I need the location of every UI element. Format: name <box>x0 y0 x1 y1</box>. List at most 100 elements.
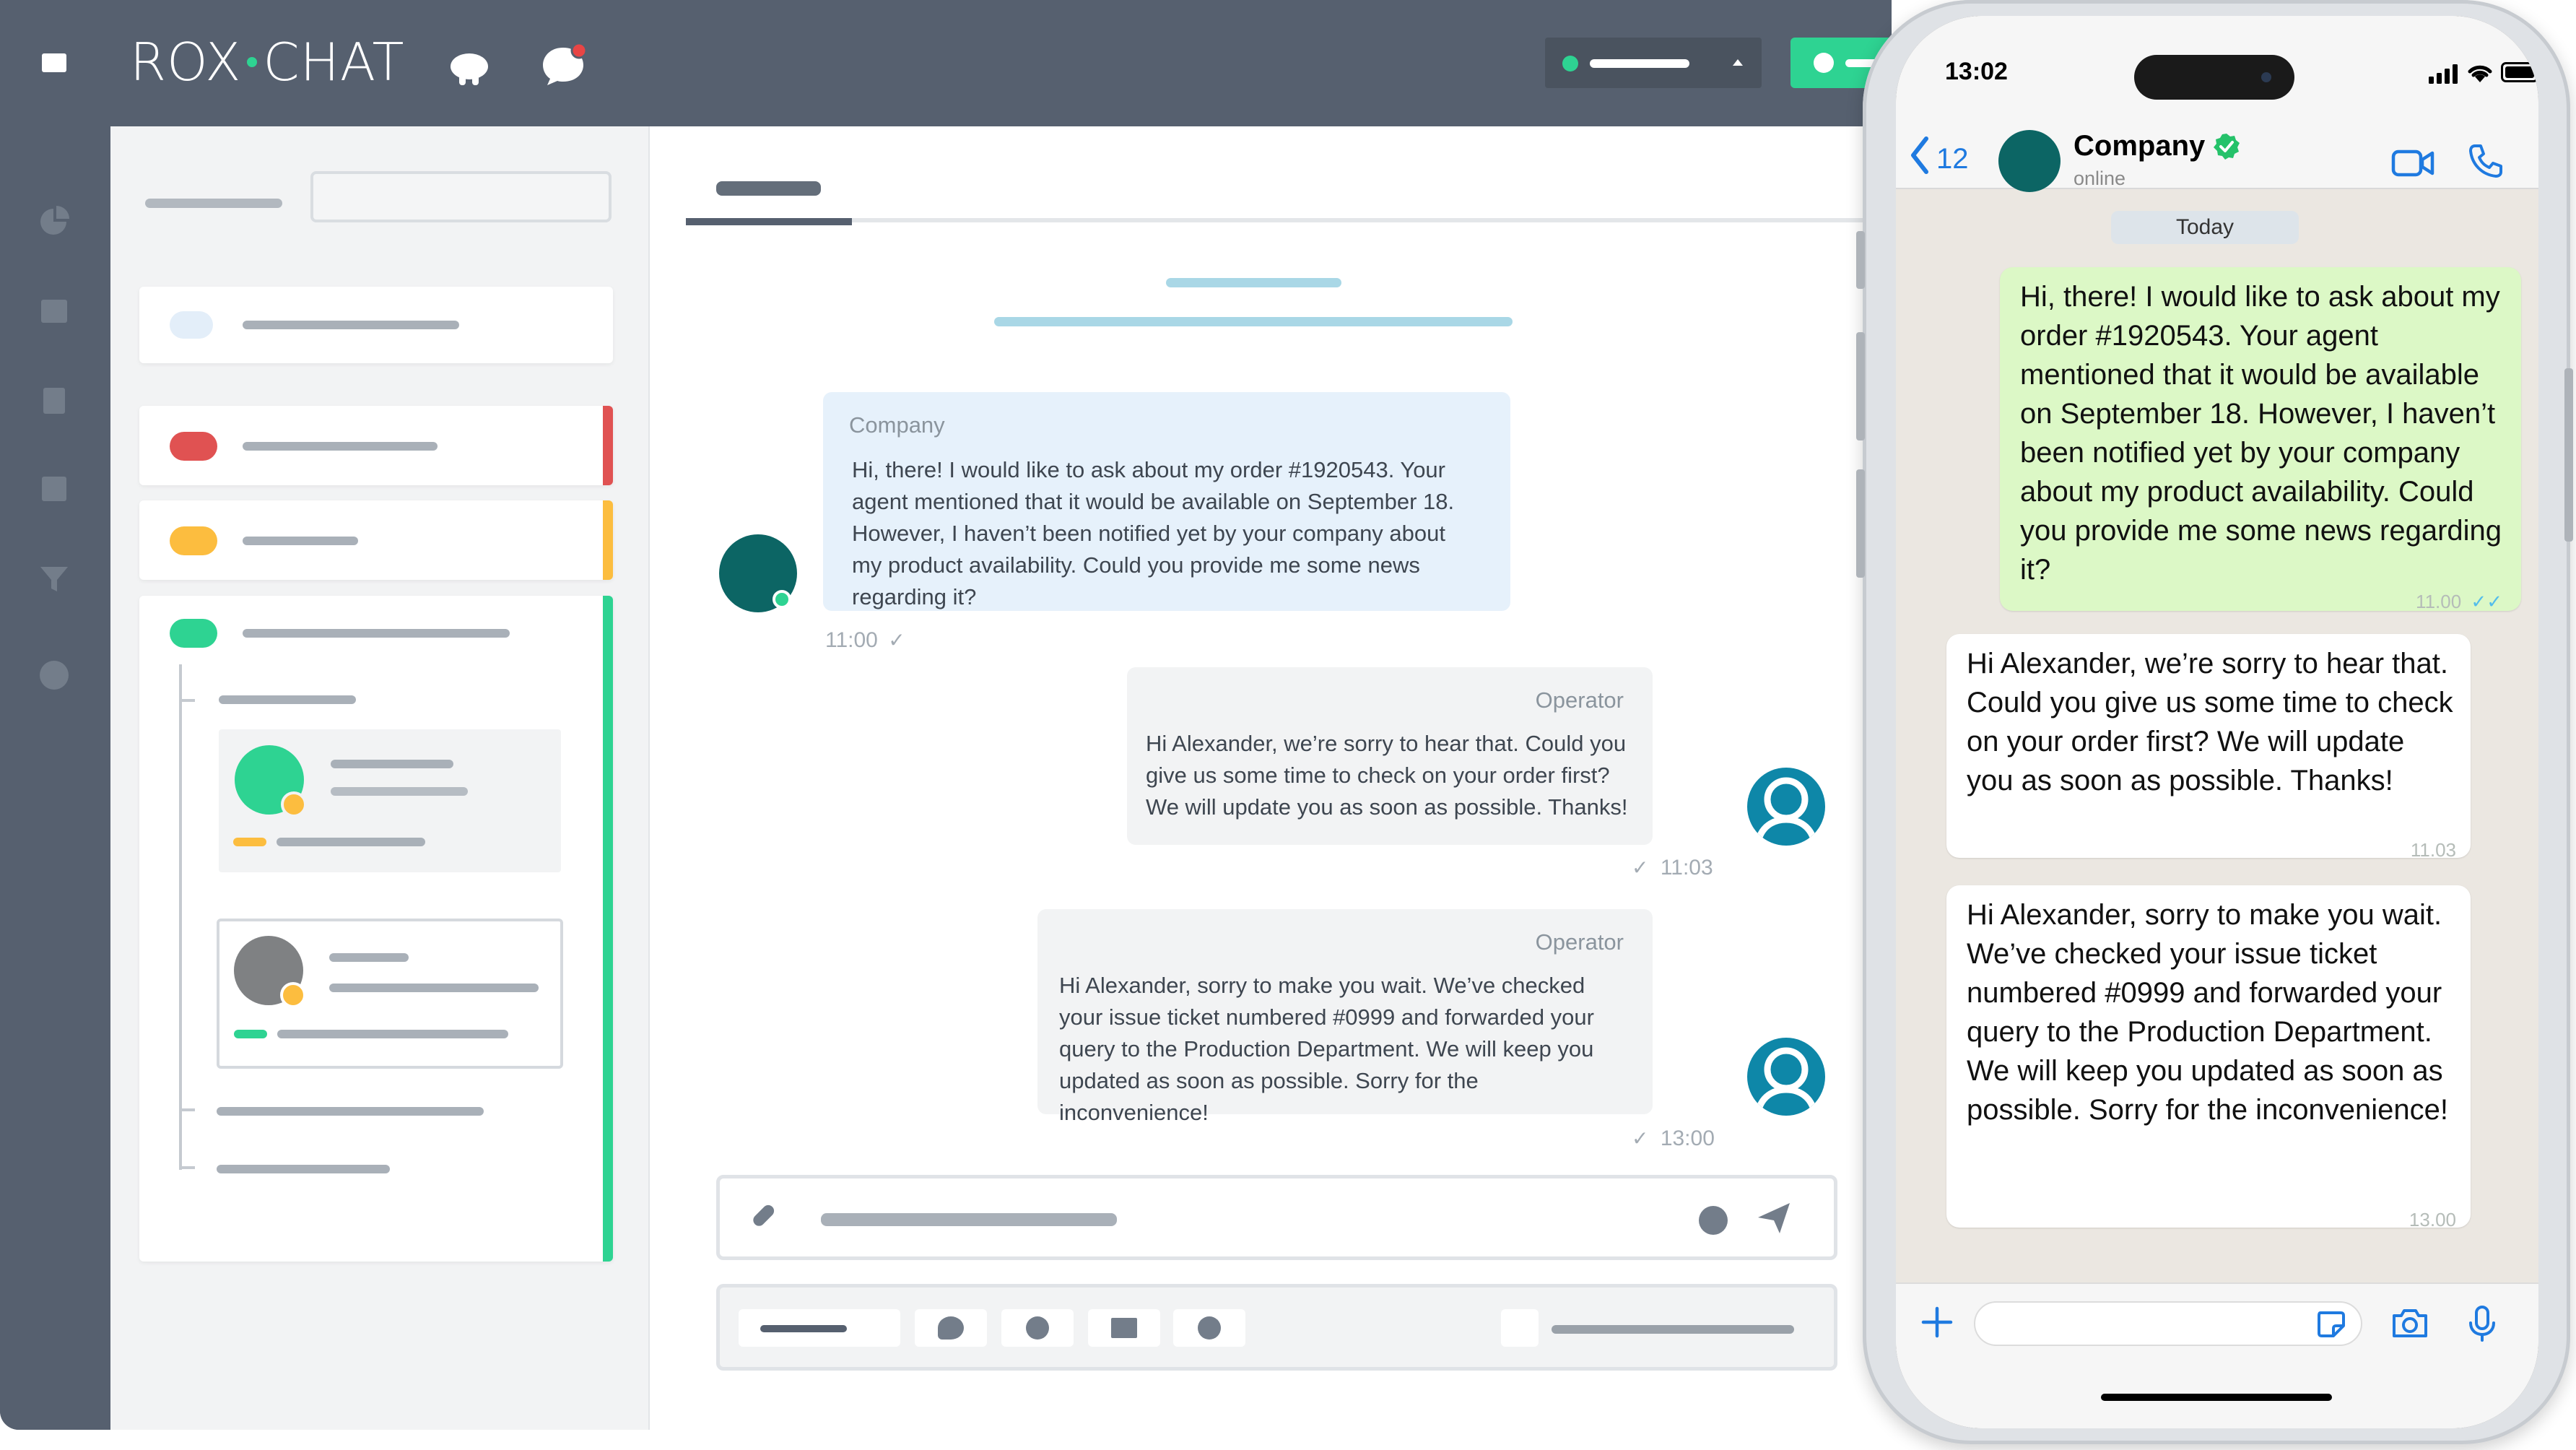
priority-dash-yellow <box>233 838 266 846</box>
chat-notification-icon[interactable] <box>540 40 591 88</box>
operator-avatar <box>1747 1038 1825 1116</box>
inbox-icon[interactable] <box>41 300 67 323</box>
status-pill-green <box>170 619 217 648</box>
customer-message-bubble: Company Hi, there! I would like to ask a… <box>823 392 1510 611</box>
message-time: 13.00 <box>2409 1209 2456 1230</box>
list-icon[interactable] <box>42 477 66 501</box>
menu-icon[interactable] <box>42 53 66 72</box>
toolbar-option-placeholder <box>1552 1325 1794 1334</box>
contact-name-row[interactable]: Company <box>2074 130 2241 162</box>
contact-status: online <box>2074 168 2126 189</box>
status-clock: 13:02 <box>1945 58 2008 85</box>
conversation-item-yellow[interactable] <box>139 500 613 580</box>
incoming-message-bubble: Hi Alexander, sorry to make you wait. We… <box>1946 885 2471 1230</box>
status-dot-icon <box>1562 56 1578 71</box>
phone-side-button <box>1856 332 1865 440</box>
microphone-icon[interactable] <box>2468 1304 2497 1343</box>
priority-dash-green <box>234 1030 267 1038</box>
back-count[interactable]: 12 <box>1936 143 1969 175</box>
phone-call-icon[interactable] <box>2468 143 2504 179</box>
video-call-icon[interactable] <box>2391 149 2434 178</box>
contact-avatar[interactable] <box>1998 130 2061 192</box>
pie-chart-icon[interactable] <box>39 206 69 236</box>
battery-icon <box>2501 62 2538 82</box>
outgoing-message-bubble: Hi, there! I would like to ask about my … <box>2000 267 2521 612</box>
template-selector[interactable] <box>739 1309 900 1347</box>
message-input-placeholder[interactable] <box>821 1213 1117 1226</box>
toolbar-button-chat[interactable] <box>915 1309 987 1347</box>
conversation-item-blue[interactable] <box>139 287 613 363</box>
message-composer[interactable] <box>716 1175 1837 1260</box>
toolbar-button-more[interactable] <box>1173 1309 1245 1347</box>
list-search-input[interactable] <box>310 171 612 222</box>
message-time: 11:00 ✓ <box>825 628 905 653</box>
contact-name: Company <box>2074 130 2206 162</box>
away-status-dot <box>280 982 306 1008</box>
wa-message-input[interactable] <box>1974 1301 2362 1346</box>
message-text: Hi Alexander, sorry to make you wait. We… <box>1967 899 2449 1126</box>
message-text: Hi Alexander, we’re sorry to hear that. … <box>1967 648 2453 796</box>
wifi-icon <box>2468 65 2492 82</box>
operator-silhouette-icon <box>1754 777 1819 846</box>
phone-side-button <box>2564 368 2573 542</box>
home-indicator <box>2101 1394 2332 1401</box>
phone-side-button <box>1856 469 1865 578</box>
conversation-item-red[interactable] <box>139 406 613 485</box>
sub-item-placeholder <box>217 1165 390 1173</box>
message-text: Hi, there! I would like to ask about my … <box>2020 281 2502 586</box>
caret-up-icon <box>1733 59 1743 66</box>
chat-bubble-icon <box>938 1316 964 1340</box>
logo-text-chat: CHAT <box>263 32 405 92</box>
status-pill-red <box>170 432 217 461</box>
date-chip: Today <box>2111 211 2299 244</box>
message-time: 11.00 ✓✓ <box>2416 582 2502 621</box>
send-icon[interactable] <box>1755 1200 1793 1236</box>
chat-toolbar <box>716 1284 1837 1371</box>
emoji-icon[interactable] <box>1699 1206 1728 1235</box>
operator-message-bubble: Operator Hi Alexander, we’re sorry to he… <box>1127 667 1653 845</box>
message-time: ✓ 13:00 <box>1632 1126 1715 1151</box>
filter-icon[interactable] <box>39 565 69 594</box>
help-icon[interactable] <box>40 661 69 690</box>
phone-mockup: 13:02 12 Company online Today Hi, there!… <box>1856 0 2573 1444</box>
message-text: Hi, there! I would like to ask about my … <box>852 457 1455 609</box>
logo-dot <box>247 57 258 67</box>
tab-active-indicator[interactable] <box>686 218 852 225</box>
phone-screen: 13:02 12 Company online Today Hi, there!… <box>1896 16 2538 1428</box>
chat-card-active[interactable] <box>219 729 561 872</box>
status-selector[interactable] <box>1545 38 1762 88</box>
double-check-icon: ✓✓ <box>2471 591 2502 612</box>
message-sender: Operator <box>1535 929 1624 955</box>
single-check-icon: ✓ <box>888 629 905 651</box>
back-chevron-icon[interactable] <box>1909 136 1929 175</box>
card-name-placeholder <box>331 760 453 768</box>
toolbar-button-record[interactable] <box>1001 1309 1074 1347</box>
battery-fill <box>2505 66 2534 78</box>
verified-badge-icon <box>2214 133 2240 160</box>
conversation-title-placeholder <box>243 537 358 545</box>
plus-icon[interactable] <box>1920 1306 1954 1339</box>
tab-label-placeholder <box>716 181 821 196</box>
dynamic-island <box>2134 55 2294 100</box>
operator-avatar <box>1747 768 1825 846</box>
toolbar-checkbox[interactable] <box>1501 1309 1539 1347</box>
logo-text-rox: ROX <box>130 32 242 92</box>
message-sender: Operator <box>1535 687 1624 713</box>
document-icon[interactable] <box>43 388 65 414</box>
dot-icon <box>1198 1316 1221 1340</box>
group-title-placeholder <box>243 629 510 638</box>
toolbar-button-image[interactable] <box>1088 1309 1160 1347</box>
chat-panel: Company Hi, there! I would like to ask a… <box>650 126 1892 1430</box>
attach-icon[interactable] <box>747 1200 779 1232</box>
cloud-icon[interactable] <box>448 48 491 88</box>
phone-side-button <box>1856 231 1865 289</box>
status-pill-yellow <box>170 526 217 555</box>
sticker-icon[interactable] <box>2316 1310 2346 1339</box>
record-icon <box>1026 1316 1049 1340</box>
app-logo: ROX CHAT <box>130 32 405 92</box>
camera-icon[interactable] <box>2391 1307 2429 1339</box>
conversation-group-green[interactable] <box>139 596 613 1262</box>
chat-card-selected[interactable] <box>217 919 563 1069</box>
tree-line <box>179 664 182 1170</box>
operator-message-bubble: Operator Hi Alexander, sorry to make you… <box>1037 909 1653 1125</box>
